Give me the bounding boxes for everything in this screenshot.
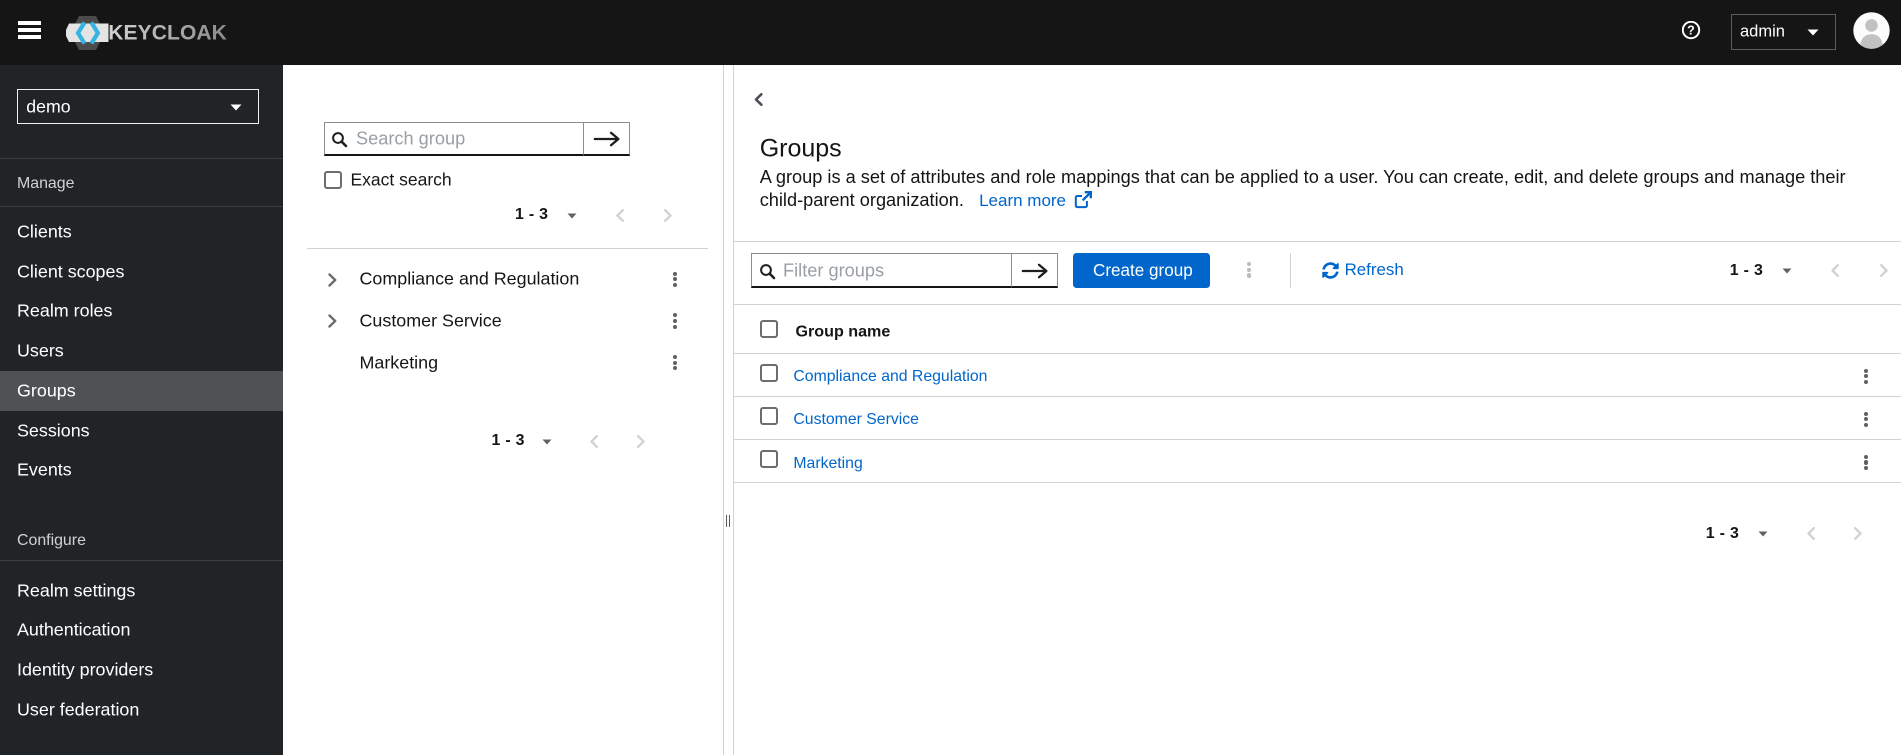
svg-text:?: ? bbox=[1687, 23, 1695, 37]
svg-text:KEYCLOAK: KEYCLOAK bbox=[108, 22, 227, 45]
